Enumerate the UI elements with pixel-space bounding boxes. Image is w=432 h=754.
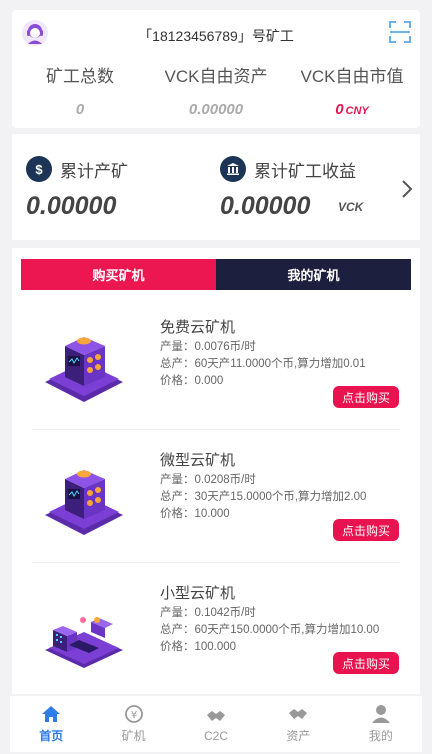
stat-value: 0.00000 bbox=[188, 101, 244, 118]
nav-label: 资产 bbox=[286, 729, 311, 743]
dollar-icon: $ bbox=[26, 156, 52, 182]
machine-name: 微型云矿机 bbox=[160, 452, 236, 469]
handshake-icon bbox=[289, 709, 308, 719]
stat-value: 0 CNY bbox=[284, 101, 420, 118]
machine-name: 免费云矿机 bbox=[160, 319, 236, 336]
user-icon bbox=[371, 705, 390, 723]
mining-machine-image bbox=[45, 470, 123, 535]
bottom-nav: 首页 ¥ 矿机 C2C 资产 我的 bbox=[10, 696, 422, 752]
handshake-icon bbox=[207, 710, 226, 721]
income-label: 累计矿工收益 bbox=[254, 161, 356, 181]
page-title: 「18123456789」号矿工 bbox=[138, 28, 294, 44]
machine-price: 价格：0.000 bbox=[160, 375, 224, 387]
bank-icon bbox=[220, 156, 246, 182]
stat-value-number: 0 bbox=[335, 101, 344, 118]
account-header: 「18123456789」号矿工 矿工总数 0 VCK自由资产 0.00000 … bbox=[12, 10, 420, 128]
mining-machine-image bbox=[45, 617, 123, 668]
nav-label: 矿机 bbox=[121, 729, 146, 743]
list-item: 微型云矿机 产量：0.0208币/时 总产：30天产15.0000个币,算力增加… bbox=[33, 431, 399, 563]
stat-label: 矿工总数 bbox=[46, 67, 114, 86]
list-item: 免费云矿机 产量：0.0076币/时 总产：60天产11.0000个币,算力增加… bbox=[33, 298, 399, 430]
nav-item-c2c[interactable]: C2C bbox=[175, 696, 257, 752]
income-unit: VCK bbox=[338, 200, 364, 214]
nav-label: C2C bbox=[204, 728, 229, 743]
buy-button[interactable]: 点击购买 bbox=[333, 386, 399, 408]
nav-label: 首页 bbox=[39, 729, 64, 743]
tab-buy-machines[interactable]: 购买矿机 bbox=[21, 259, 216, 290]
machine-output: 产量：0.0208币/时 bbox=[160, 474, 256, 486]
stat-unit: CNY bbox=[345, 105, 369, 117]
nav-item-home[interactable]: 首页 bbox=[10, 696, 92, 752]
machine-total: 总产：60天产11.0000个币,算力增加0.01 bbox=[160, 358, 366, 370]
stat-label: VCK自由资产 bbox=[164, 67, 268, 86]
earnings-card[interactable]: $ 累计产矿 0.00000 累计矿工收益 0.00000 VCK bbox=[12, 134, 420, 240]
scan-icon[interactable] bbox=[388, 20, 412, 44]
machine-total: 总产：30天产15.0000个币,算力增加2.00 bbox=[160, 491, 367, 503]
stat-label: VCK自由市值 bbox=[300, 67, 404, 86]
machine-price: 价格：10.000 bbox=[160, 508, 230, 520]
svg-text:¥: ¥ bbox=[130, 710, 136, 721]
list-item: 小型云矿机 产量：0.1042币/时 总产：60天产150.0000个币,算力增… bbox=[33, 564, 399, 696]
tab-bar: 购买矿机 我的矿机 bbox=[21, 259, 411, 290]
buy-button[interactable]: 点击购买 bbox=[333, 519, 399, 541]
machine-name: 小型云矿机 bbox=[160, 585, 236, 602]
coin-icon: ¥ bbox=[124, 705, 143, 723]
buy-button[interactable]: 点击购买 bbox=[333, 652, 399, 674]
stat-free-assets: VCK自由资产 0.00000 bbox=[148, 62, 284, 118]
stat-free-market-value: VCK自由市值 0 CNY bbox=[284, 62, 420, 118]
machine-output: 产量：0.0076币/时 bbox=[160, 341, 256, 353]
mined-label: 累计产矿 bbox=[60, 161, 128, 181]
machine-output: 产量：0.1042币/时 bbox=[160, 607, 256, 619]
tab-my-machines[interactable]: 我的矿机 bbox=[216, 259, 411, 290]
mined-total: $ 累计产矿 0.00000 bbox=[26, 156, 128, 221]
nav-label: 我的 bbox=[368, 729, 393, 743]
stat-miner-count: 矿工总数 0 bbox=[12, 62, 148, 118]
nav-item-mine[interactable]: 我的 bbox=[340, 696, 422, 752]
chevron-right-icon[interactable] bbox=[400, 178, 414, 200]
mining-machine-image bbox=[45, 337, 123, 402]
income-value: 0.00000 bbox=[220, 192, 311, 220]
nav-item-miner[interactable]: ¥ 矿机 bbox=[92, 696, 174, 752]
nav-item-assets[interactable]: 资产 bbox=[257, 696, 339, 752]
machine-list-card: 购买矿机 我的矿机 免费云矿机 产量：0.0076币/时 总产：60天产11.0… bbox=[12, 248, 420, 694]
home-icon bbox=[42, 706, 61, 722]
stat-value: 0 bbox=[75, 101, 85, 118]
machine-price: 价格：100.000 bbox=[160, 641, 237, 653]
miner-income: 累计矿工收益 0.00000 bbox=[220, 156, 356, 221]
mined-value: 0.00000 bbox=[26, 192, 117, 220]
machine-total: 总产：60天产150.0000个币,算力增加10.00 bbox=[160, 624, 380, 636]
